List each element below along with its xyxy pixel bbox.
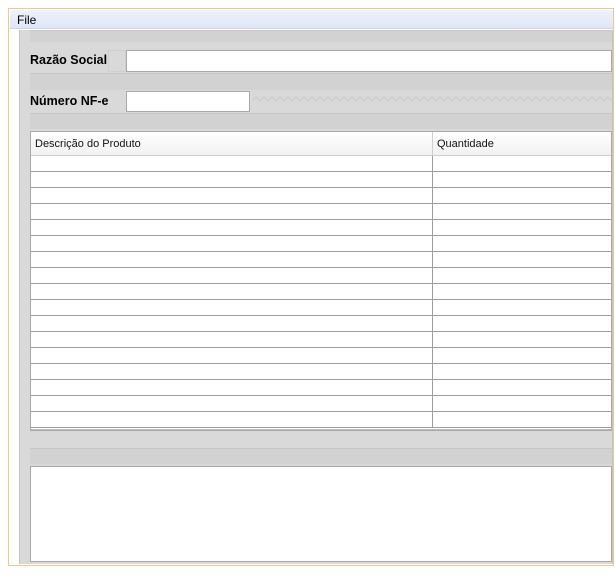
table-row[interactable] (31, 412, 611, 428)
cell-descricao[interactable] (31, 364, 433, 379)
top-strip (30, 30, 612, 42)
cell-descricao[interactable] (31, 380, 433, 395)
table-row[interactable] (31, 204, 611, 220)
cell-quantidade[interactable] (433, 284, 611, 299)
razao-social-label: Razão Social (30, 53, 108, 67)
row-separator-2 (30, 113, 612, 129)
table-row[interactable] (31, 172, 611, 188)
table-row[interactable] (31, 396, 611, 412)
cell-descricao[interactable] (31, 300, 433, 315)
cell-quantidade[interactable] (433, 348, 611, 363)
table-row[interactable] (31, 284, 611, 300)
cell-descricao[interactable] (31, 188, 433, 203)
cell-quantidade[interactable] (433, 364, 611, 379)
cell-descricao[interactable] (31, 268, 433, 283)
cell-descricao[interactable] (31, 316, 433, 331)
cell-descricao[interactable] (31, 348, 433, 363)
cell-quantidade[interactable] (433, 300, 611, 315)
row-separator-3 (30, 448, 612, 464)
cell-quantidade[interactable] (433, 236, 611, 251)
cell-quantidade[interactable] (433, 204, 611, 219)
cell-quantidade[interactable] (433, 188, 611, 203)
cell-quantidade[interactable] (433, 316, 611, 331)
cell-quantidade[interactable] (433, 252, 611, 267)
cell-descricao[interactable] (31, 332, 433, 347)
table-row[interactable] (31, 348, 611, 364)
row-separator-1 (30, 73, 612, 90)
main-panel: Razão Social Número NF-e Descrição do Pr… (19, 30, 613, 564)
table-row[interactable] (31, 332, 611, 348)
cell-quantidade[interactable] (433, 380, 611, 395)
cell-quantidade[interactable] (433, 332, 611, 347)
menu-file[interactable]: File (15, 13, 38, 27)
column-header-quantidade[interactable]: Quantidade (433, 132, 611, 155)
cell-descricao[interactable] (31, 220, 433, 235)
menu-bar: File (10, 10, 613, 29)
column-header-descricao[interactable]: Descrição do Produto (31, 132, 433, 155)
notes-textarea[interactable] (30, 466, 612, 562)
resize-grip-icon (252, 96, 612, 102)
cell-descricao[interactable] (31, 204, 433, 219)
cell-quantidade[interactable] (433, 396, 611, 411)
table-footer-bar (31, 429, 611, 430)
razao-social-input[interactable] (126, 50, 612, 72)
cell-descricao[interactable] (31, 252, 433, 267)
table-row[interactable] (31, 236, 611, 252)
cell-descricao[interactable] (31, 396, 433, 411)
cell-quantidade[interactable] (433, 220, 611, 235)
cell-descricao[interactable] (31, 284, 433, 299)
cell-quantidade[interactable] (433, 172, 611, 187)
cell-descricao[interactable] (31, 412, 433, 427)
app-window: File Razão Social Número NF-e Descrição … (8, 8, 614, 566)
table-row[interactable] (31, 380, 611, 396)
table-row[interactable] (31, 316, 611, 332)
table-body (31, 156, 611, 428)
cell-quantidade[interactable] (433, 268, 611, 283)
cell-quantidade[interactable] (433, 156, 611, 171)
table-row[interactable] (31, 300, 611, 316)
table-row[interactable] (31, 364, 611, 380)
table-row[interactable] (31, 268, 611, 284)
cell-descricao[interactable] (31, 172, 433, 187)
cell-quantidade[interactable] (433, 412, 611, 427)
numero-nfe-input[interactable] (126, 91, 250, 112)
table-row[interactable] (31, 220, 611, 236)
cell-descricao[interactable] (31, 156, 433, 171)
cell-descricao[interactable] (31, 236, 433, 251)
table-header: Descrição do Produto Quantidade (31, 132, 611, 156)
products-table[interactable]: Descrição do Produto Quantidade (30, 131, 612, 431)
table-row[interactable] (31, 252, 611, 268)
table-row[interactable] (31, 188, 611, 204)
numero-nfe-label: Número NF-e (30, 94, 109, 108)
table-row[interactable] (31, 156, 611, 172)
razao-social-spacer (108, 50, 126, 72)
